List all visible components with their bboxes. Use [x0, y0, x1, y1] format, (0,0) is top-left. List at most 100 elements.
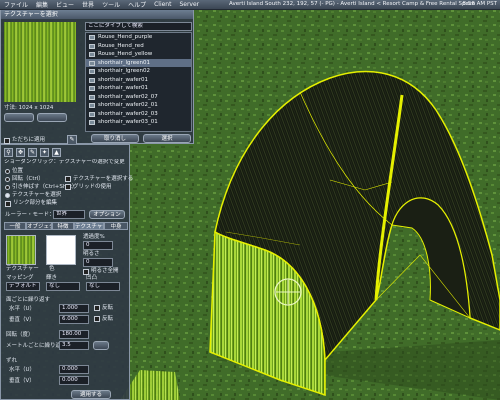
texture-picker-title[interactable]: テクスチャーを選択 — [1, 10, 193, 19]
menu-client[interactable]: Client — [150, 1, 175, 8]
apply-button[interactable]: 適用する — [71, 390, 111, 399]
create-tool-icon[interactable]: ✦ — [40, 148, 49, 157]
position-label: 位置 — [12, 168, 24, 174]
per-meter-input[interactable]: 3.5 — [59, 341, 89, 350]
options-button[interactable]: オプション — [89, 210, 125, 219]
offset-v-label: 垂直（V） — [9, 378, 35, 384]
texture-icon — [89, 77, 95, 83]
tab-texture[interactable]: テクスチャー — [74, 222, 104, 230]
select-texture-option-checkbox[interactable] — [65, 176, 71, 182]
texture-label: テクスチャー — [6, 266, 39, 272]
list-item[interactable]: Rouse_Hend_purple — [86, 33, 191, 42]
color-label: 色 — [49, 266, 55, 272]
list-item[interactable]: shorthair_wafer02_03 — [86, 110, 191, 119]
list-item[interactable]: shorthair_lgreen02 — [86, 67, 191, 76]
texture-icon — [89, 103, 95, 108]
bumpiness-select[interactable]: なし — [86, 282, 120, 291]
list-item[interactable]: shorthair_wafer03_01 — [86, 118, 191, 127]
stretch-radio[interactable] — [5, 185, 10, 190]
shininess-label: 輝き — [46, 275, 58, 281]
apply-now-label: ただちに適用 — [12, 137, 46, 143]
texture-icon — [89, 111, 95, 117]
list-item[interactable]: shorthair_wafer01 — [86, 76, 191, 85]
rotate-label: 回転（Ctrl） — [12, 176, 44, 182]
tab-content[interactable]: 中身 — [104, 222, 128, 230]
menu-tools[interactable]: ツール — [98, 0, 124, 9]
list-item[interactable]: Rouse_Hend_yellow — [86, 50, 191, 59]
fullbright-label: 明るさ全開 — [91, 268, 119, 274]
flip-v-checkbox[interactable] — [94, 316, 100, 322]
select-button[interactable]: 選択 — [143, 134, 191, 143]
mapping-label: マッピング — [6, 275, 34, 281]
list-item[interactable]: shorthair_wafer01 — [86, 84, 191, 93]
move-tool-icon[interactable]: ✥ — [16, 148, 25, 157]
repeat-h-input[interactable]: 1.000 — [59, 304, 89, 313]
focus-tool-icon[interactable]: ⚲ — [4, 148, 13, 157]
texture-search-input[interactable]: ここにタイプして検索 — [85, 22, 192, 31]
offset-h-label: 水平（U） — [9, 367, 36, 373]
select-texture-option-label: テクスチャーを選択する — [73, 176, 134, 182]
mode-hint: ショーダンクリック：テクスチャーの選択で変更 — [4, 159, 125, 165]
texture-picker-window: テクスチャーを選択 寸法: 1024 x 1024 ただちに適用 ✎ ここにタイ… — [0, 9, 194, 145]
flip-v-label: 反転 — [102, 316, 114, 322]
ruler-mode-select[interactable]: 世界 — [53, 210, 85, 219]
glow-input[interactable]: 0 — [83, 258, 113, 267]
list-item[interactable]: Rouse_Hend_red — [86, 42, 191, 51]
tab-object[interactable]: オブジェクト — [26, 222, 52, 230]
mapping-select[interactable]: デフォルト — [6, 282, 40, 291]
land-tool-icon[interactable]: ▲ — [52, 148, 61, 157]
repeats-label: 面ごとに繰り返す — [6, 297, 51, 303]
texture-icon — [89, 120, 95, 125]
use-grid-checkbox[interactable] — [65, 184, 71, 190]
build-panel: ⚲ ✥ ✎ ✦ ▲ ショーダンクリック：テクスチャーの選択で変更 位置 回転（C… — [0, 144, 134, 400]
texture-preview — [4, 22, 76, 102]
menu-server[interactable]: Server — [175, 1, 203, 8]
clock: 8:56 AM PST — [462, 1, 497, 7]
transparency-label: 透過度% — [83, 234, 105, 240]
tab-general[interactable]: 一般 — [4, 222, 26, 230]
edit-tool-icon[interactable]: ✎ — [28, 148, 37, 157]
texture-icon — [89, 86, 95, 91]
menu-help[interactable]: ヘルプ — [124, 0, 150, 9]
repeat-h-label: 水平（U） — [9, 306, 36, 312]
flip-h-checkbox[interactable] — [94, 305, 100, 311]
texture-list[interactable]: Rouse_Hend_purple Rouse_Hend_red Rouse_H… — [85, 32, 192, 132]
picker-blank-button[interactable] — [37, 113, 67, 122]
edit-linked-checkbox[interactable] — [5, 201, 11, 207]
use-grid-label: グリッドの使用 — [73, 184, 112, 190]
picker-default-button[interactable] — [4, 113, 34, 122]
location-readout[interactable]: Averti Island South 232, 192, 57 (- PG) … — [229, 1, 475, 7]
texture-size-label: 寸法: 1024 x 1024 — [4, 105, 54, 111]
list-item-selected[interactable]: shorthair_lgreen01 — [86, 58, 191, 67]
repeat-v-label: 垂直（V） — [9, 317, 35, 323]
ruler-label: ルーラー・モード： — [5, 212, 55, 218]
rotate-radio[interactable] — [5, 177, 10, 182]
menu-file[interactable]: ファイル — [0, 0, 32, 9]
menu-bar: ファイル 編集 ビュー 世界 ツール ヘルプ Client Server Ave… — [0, 0, 500, 10]
select-texture-radio[interactable] — [5, 193, 10, 198]
rotation-label: 回転（度） — [6, 332, 34, 338]
edit-linked-label: リンク部分を編集 — [13, 200, 58, 206]
menu-edit[interactable]: 編集 — [32, 0, 52, 9]
bumpiness-label: 凹凸 — [86, 275, 98, 281]
texture-swatch[interactable] — [6, 235, 36, 265]
rotation-input[interactable]: 180.00 — [59, 330, 89, 339]
menu-world[interactable]: 世界 — [78, 0, 98, 9]
color-swatch[interactable] — [46, 235, 76, 265]
glow-label: 明るさ — [83, 251, 100, 257]
offset-h-input[interactable]: 0.000 — [59, 365, 89, 374]
tab-features[interactable]: 特徴 — [52, 222, 74, 230]
transparency-input[interactable]: 0 — [83, 241, 113, 250]
cancel-button[interactable]: 取り消し — [91, 134, 139, 143]
texture-icon — [89, 94, 95, 100]
list-item[interactable]: shorthair_wafer02_07 — [86, 93, 191, 102]
list-item[interactable]: shorthair_wafer02_01 — [86, 101, 191, 110]
per-meter-apply-button[interactable] — [93, 341, 109, 350]
position-radio[interactable] — [5, 169, 10, 174]
select-texture-label: テクスチャーを選択 — [12, 192, 62, 198]
repeat-v-input[interactable]: 6.000 — [59, 315, 89, 324]
offset-v-input[interactable]: 0.000 — [59, 376, 89, 385]
menu-view[interactable]: ビュー — [52, 0, 78, 9]
offset-label: ずれ — [6, 358, 18, 364]
shininess-select[interactable]: なし — [46, 282, 80, 291]
